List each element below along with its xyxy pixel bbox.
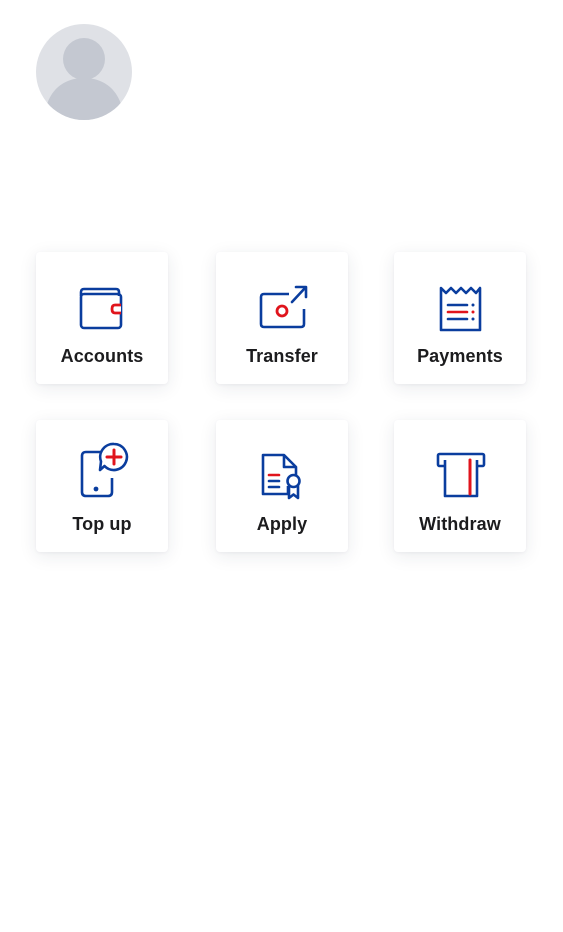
document-certificate-icon xyxy=(258,448,306,500)
payments-label: Payments xyxy=(417,346,503,366)
transfer-label: Transfer xyxy=(246,346,318,366)
transfer-icon xyxy=(258,280,308,329)
accounts-tile[interactable]: Accounts xyxy=(36,252,168,384)
wallet-icon xyxy=(78,280,126,330)
top-up-tile[interactable]: Top up xyxy=(36,420,168,552)
withdraw-label: Withdraw xyxy=(419,514,501,534)
receipt-icon xyxy=(436,280,484,332)
withdraw-tile[interactable]: Withdraw xyxy=(394,420,526,552)
quick-actions-grid: Accounts Transfer Payments Top up Apply … xyxy=(0,0,563,932)
atm-withdraw-icon xyxy=(436,448,486,498)
apply-label: Apply xyxy=(256,514,308,534)
payments-tile[interactable]: Payments xyxy=(394,252,526,384)
top-up-label: Top up xyxy=(72,514,132,534)
apply-tile[interactable]: Apply xyxy=(216,420,348,552)
transfer-tile[interactable]: Transfer xyxy=(216,252,348,384)
accounts-label: Accounts xyxy=(60,346,144,366)
phone-topup-icon xyxy=(78,442,129,498)
